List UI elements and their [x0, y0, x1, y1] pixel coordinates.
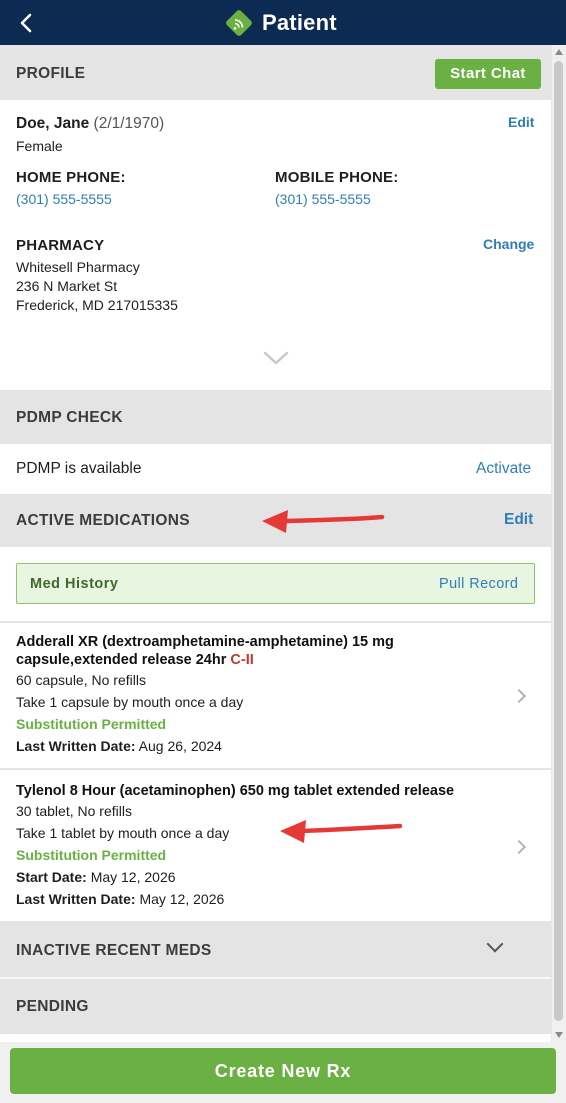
patient-name-line: Doe, Jane (2/1/1970)	[16, 115, 164, 133]
chevron-down-icon	[263, 351, 289, 365]
scroll-down-arrow-icon[interactable]	[555, 1032, 563, 1038]
pdmp-activate-link[interactable]: Activate	[476, 460, 531, 478]
active-meds-edit-link[interactable]: Edit	[504, 511, 533, 529]
page-title: Patient	[262, 9, 337, 35]
pharmacy-city: Frederick, MD 217015335	[16, 297, 178, 313]
scroll-up-arrow-icon[interactable]	[555, 49, 563, 55]
app-logo-icon	[226, 9, 252, 36]
last-written-label: Last Written Date:	[16, 738, 136, 754]
last-written-line: Last Written Date: Aug 26, 2024	[16, 738, 222, 754]
pharmacy-change-link[interactable]: Change	[483, 236, 534, 252]
annotation-arrow-tylenol	[280, 820, 403, 843]
scrollbar-thumb[interactable]	[554, 61, 563, 1021]
pdmp-section-header: PDMP CHECK	[0, 390, 551, 444]
profile-edit-link[interactable]: Edit	[508, 114, 534, 130]
pharmacy-street: 236 N Market St	[16, 278, 118, 294]
inactive-meds-section-header[interactable]: INACTIVE RECENT MEDS	[0, 921, 551, 977]
chevron-right-icon	[511, 839, 527, 855]
create-new-rx-button[interactable]: Create New Rx	[10, 1048, 556, 1094]
profile-section-title: PROFILE	[16, 65, 86, 82]
patient-gender: Female	[16, 138, 63, 154]
mobile-phone-label: MOBILE PHONE:	[275, 169, 399, 186]
chevron-down-icon	[486, 935, 504, 953]
patient-dob: (2/1/1970)	[93, 115, 165, 132]
home-phone-label: HOME PHONE:	[16, 169, 126, 186]
last-written-label: Last Written Date:	[16, 891, 136, 907]
pending-section-header: PENDING	[0, 979, 551, 1034]
profile-section-header: PROFILE Start Chat	[0, 45, 551, 100]
med-history-bar: Med History Pull Record	[16, 563, 535, 604]
medication-name-text: Tylenol 8 Hour (acetaminophen) 650 mg ta…	[16, 783, 455, 799]
substitution-status: Substitution Permitted	[16, 716, 167, 732]
expand-profile-button[interactable]	[262, 347, 290, 369]
chevron-left-icon	[20, 13, 32, 33]
medication-quantity: 60 capsule, No refills	[16, 672, 146, 688]
patient-content[interactable]: PROFILE Start Chat Doe, Jane (2/1/1970) …	[0, 45, 551, 1042]
pdmp-status: PDMP is available	[16, 460, 142, 477]
patient-name: Doe, Jane	[16, 115, 90, 132]
start-date-label: Start Date:	[16, 869, 87, 885]
pdmp-section-title: PDMP CHECK	[16, 409, 123, 426]
bottom-action-bar: Create New Rx	[0, 1042, 566, 1103]
home-phone-link[interactable]: (301) 555-5555	[16, 191, 112, 207]
pending-section-title: PENDING	[16, 998, 89, 1015]
back-button[interactable]	[14, 10, 40, 36]
start-date-line: Start Date: May 12, 2026	[16, 869, 176, 885]
active-meds-section-title: ACTIVE MEDICATIONS	[16, 512, 190, 529]
vertical-scrollbar[interactable]	[551, 45, 566, 1042]
medication-name: Adderall XR (dextroamphetamine-amphetami…	[16, 633, 516, 669]
medication-sig: Take 1 capsule by mouth once a day	[16, 694, 244, 710]
inactive-meds-section-title: INACTIVE RECENT MEDS	[16, 942, 212, 959]
mobile-phone-link[interactable]: (301) 555-5555	[275, 191, 371, 207]
start-chat-button[interactable]: Start Chat	[435, 59, 541, 89]
pull-record-link[interactable]: Pull Record	[439, 576, 518, 592]
medication-quantity: 30 tablet, No refills	[16, 803, 132, 819]
substitution-status: Substitution Permitted	[16, 847, 167, 863]
last-written-date: Aug 26, 2024	[138, 738, 222, 754]
last-written-line: Last Written Date: May 12, 2026	[16, 891, 224, 907]
last-written-date: May 12, 2026	[139, 891, 225, 907]
medication-name-text: Adderall XR (dextroamphetamine-amphetami…	[16, 634, 394, 668]
med-history-label: Med History	[30, 576, 119, 592]
start-date-value: May 12, 2026	[90, 869, 176, 885]
chevron-right-icon	[511, 688, 527, 704]
pharmacy-name: Whitesell Pharmacy	[16, 259, 140, 275]
top-nav-bar: Patient	[0, 0, 566, 45]
annotation-arrow-active-meds	[262, 510, 385, 533]
medication-item[interactable]: Adderall XR (dextroamphetamine-amphetami…	[0, 623, 551, 768]
pharmacy-label: PHARMACY	[16, 237, 105, 254]
medication-sig: Take 1 tablet by mouth once a day	[16, 825, 230, 841]
medication-name: Tylenol 8 Hour (acetaminophen) 650 mg ta…	[16, 782, 536, 800]
header-title-group: Patient	[224, 6, 337, 39]
schedule-badge: C-II	[230, 652, 254, 668]
